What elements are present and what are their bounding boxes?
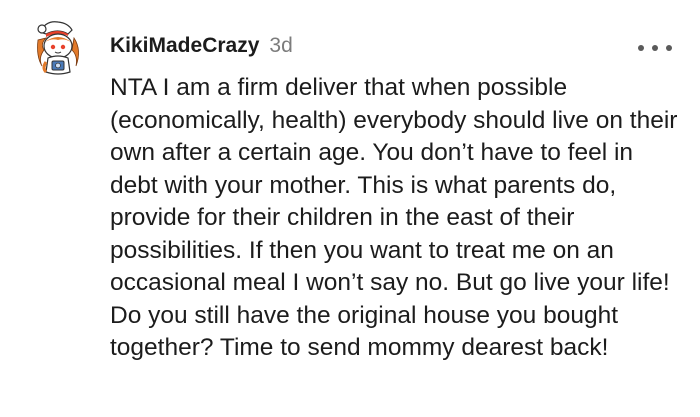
comment-body: NTA I am a firm deliver that when possib…	[110, 74, 678, 361]
comment-card: KikiMadeCrazy 3d NTA I am a firm deliver…	[0, 0, 700, 417]
comment-header: KikiMadeCrazy 3d	[110, 34, 293, 62]
more-options-icon[interactable]	[638, 38, 672, 58]
comment-timestamp: 3d	[269, 34, 293, 57]
more-dot	[666, 45, 672, 51]
username-link[interactable]: KikiMadeCrazy	[110, 34, 259, 58]
snoo-avatar-icon[interactable]	[28, 16, 88, 76]
more-dot	[652, 45, 658, 51]
more-dot	[638, 45, 644, 51]
